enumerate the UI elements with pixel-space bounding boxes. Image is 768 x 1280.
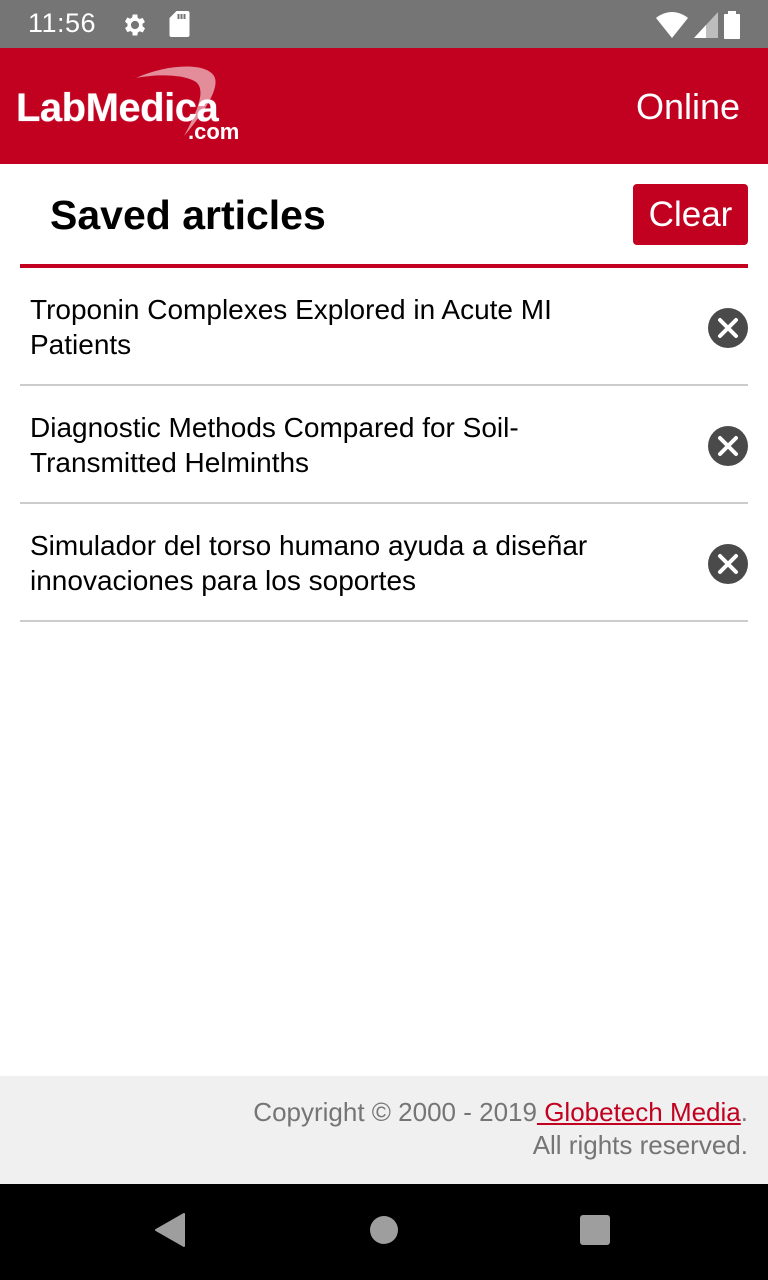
article-title[interactable]: Simulador del torso humano ayuda a diseñ… — [30, 528, 650, 598]
status-bar: 11:56 — [0, 0, 768, 48]
remove-article-button[interactable] — [708, 544, 748, 584]
article-title[interactable]: Troponin Complexes Explored in Acute MI … — [30, 292, 650, 362]
rights-reserved-label: All rights reserved. — [532, 1130, 748, 1160]
labmedica-logo[interactable]: LabMedica .com — [16, 66, 256, 146]
copyright-label: Copyright © 2000 - 2019 — [253, 1097, 537, 1127]
list-item[interactable]: Simulador del torso humano ayuda a diseñ… — [20, 504, 748, 622]
system-nav-bar — [0, 1184, 768, 1280]
article-title[interactable]: Diagnostic Methods Compared for Soil-Tra… — [30, 410, 650, 480]
recents-icon[interactable] — [578, 1212, 612, 1248]
battery-icon — [724, 11, 740, 39]
clear-button[interactable]: Clear — [633, 184, 748, 245]
home-icon[interactable] — [368, 1212, 400, 1248]
copyright-text: Copyright © 2000 - 2019 Globetech Media.… — [253, 1096, 748, 1162]
back-icon[interactable] — [154, 1212, 186, 1248]
gear-icon — [124, 14, 146, 36]
remove-article-button[interactable] — [708, 308, 748, 348]
globetech-media-link[interactable]: Globetech Media — [537, 1097, 741, 1127]
sd-card-icon — [169, 11, 190, 37]
saved-articles-header: Saved articles Clear — [20, 164, 748, 268]
list-item[interactable]: Diagnostic Methods Compared for Soil-Tra… — [20, 386, 748, 504]
remove-article-button[interactable] — [708, 426, 748, 466]
footer: Copyright © 2000 - 2019 Globetech Media.… — [0, 1076, 768, 1184]
close-icon — [718, 554, 738, 574]
app-header: LabMedica .com Online — [0, 48, 768, 164]
close-icon — [718, 318, 738, 338]
saved-articles-list: Troponin Complexes Explored in Acute MI … — [20, 268, 748, 622]
status-time: 11:56 — [28, 8, 97, 38]
online-status-label: Online — [635, 86, 740, 127]
copyright-period: . — [740, 1097, 748, 1127]
signal-icon — [694, 12, 718, 38]
page-title: Saved articles — [50, 192, 326, 238]
list-item[interactable]: Troponin Complexes Explored in Acute MI … — [20, 268, 748, 386]
close-icon — [718, 436, 738, 456]
logo-suffix: .com — [188, 119, 240, 144]
wifi-icon — [656, 12, 688, 38]
